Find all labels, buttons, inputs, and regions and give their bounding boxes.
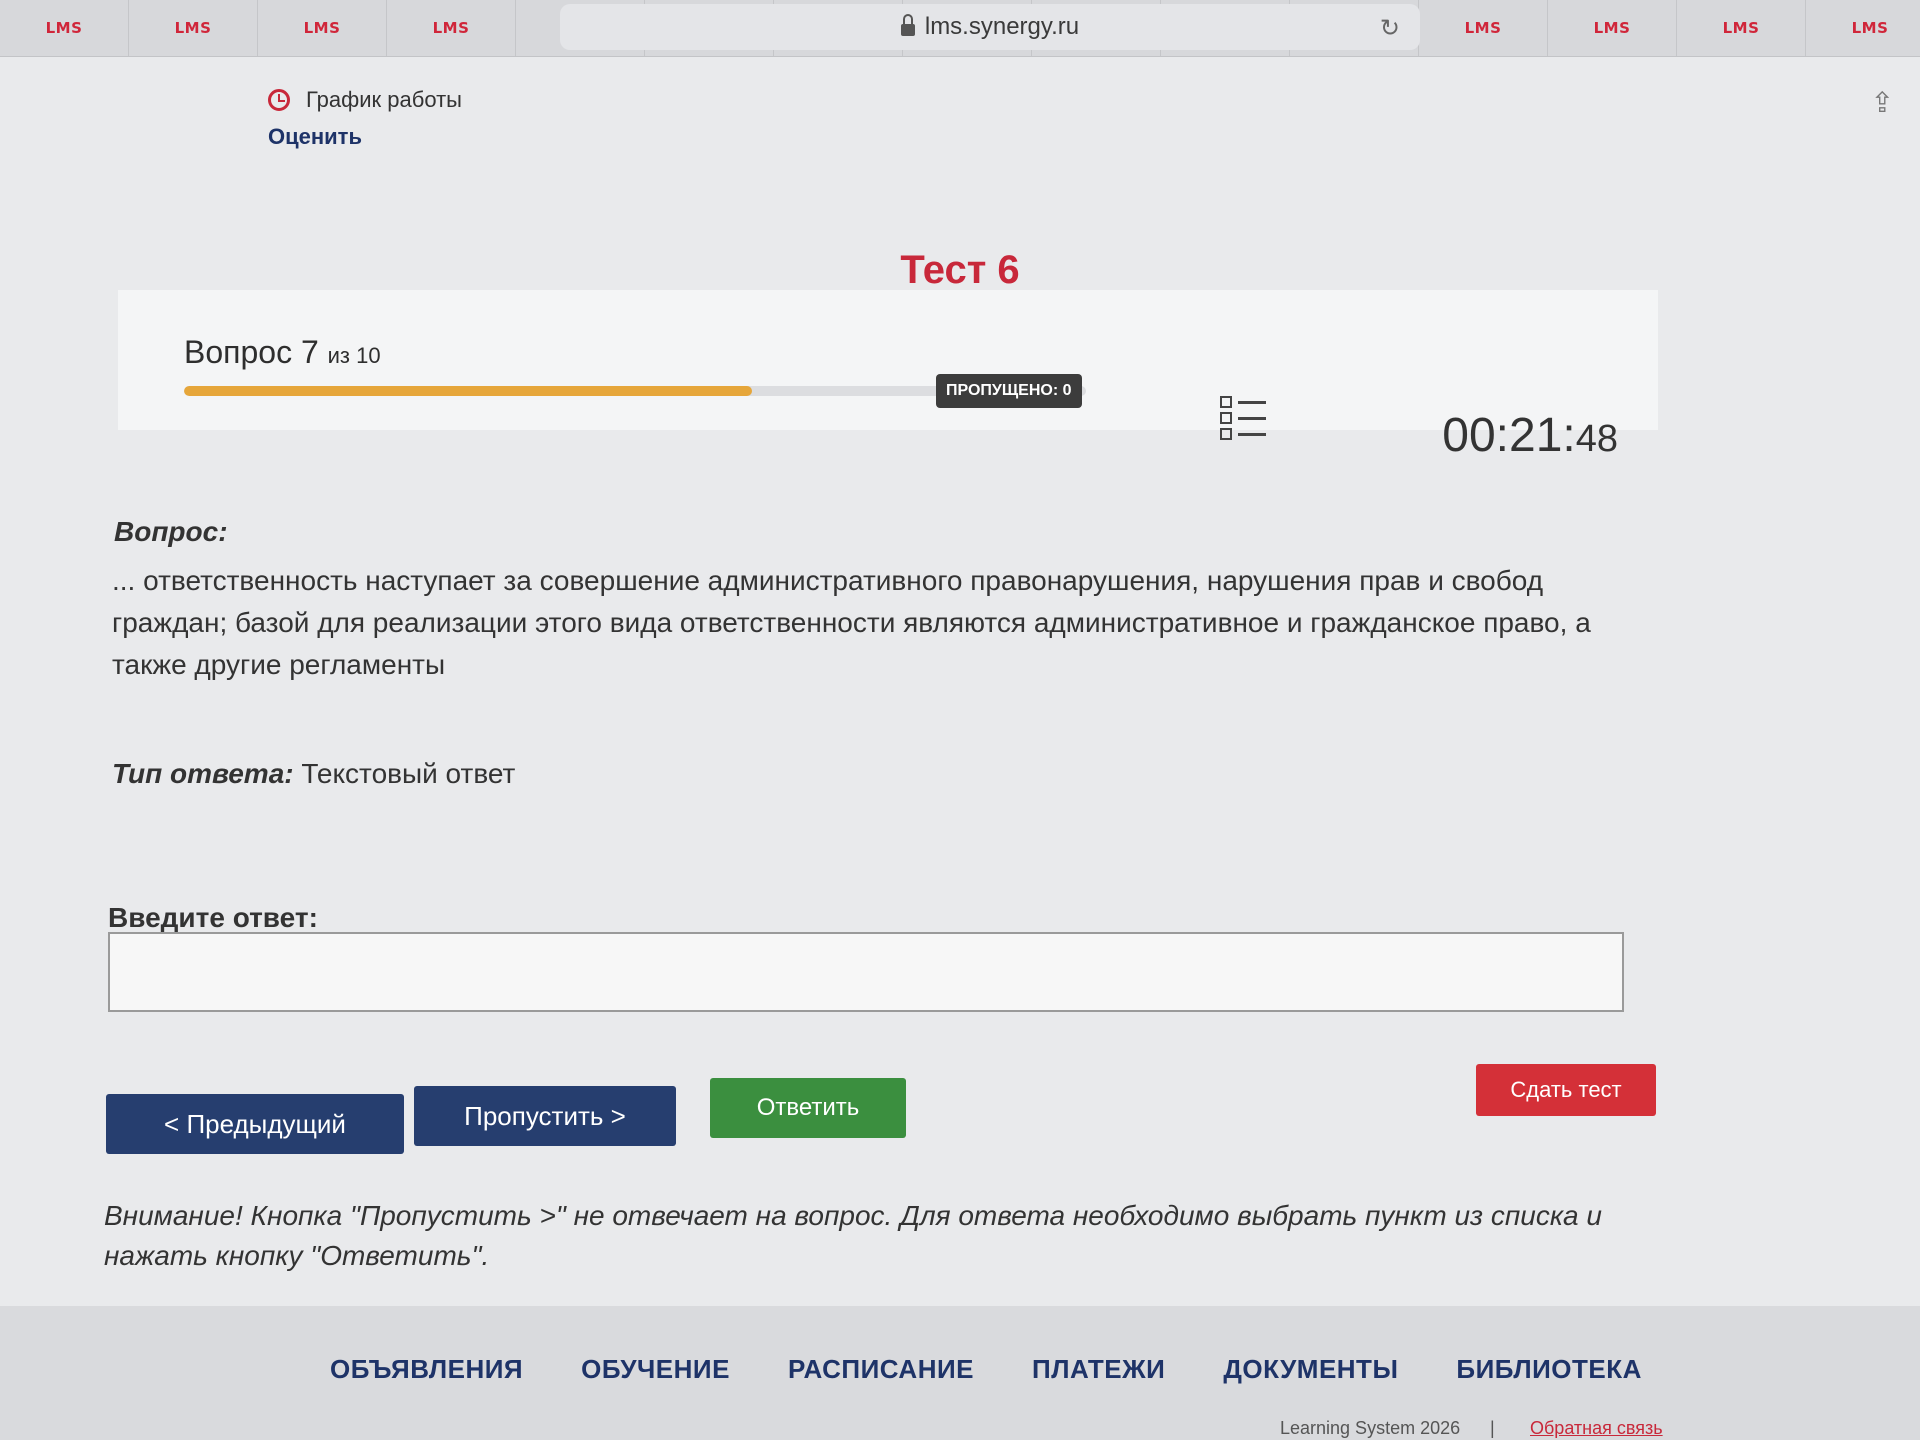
footer-copyright: Learning System 2026 (1280, 1418, 1461, 1438)
skipped-badge: ПРОПУЩЕНО: 0 (936, 374, 1082, 408)
schedule-link[interactable]: График работы (268, 82, 462, 118)
footer-separator: | (1490, 1418, 1495, 1438)
schedule-label: График работы (306, 87, 462, 112)
answer-type-label: Тип ответа: (112, 758, 294, 789)
test-title: Тест 6 (900, 248, 1020, 292)
browser-tab[interactable]: LMS (129, 0, 258, 56)
skip-button[interactable]: Пропустить > (414, 1086, 676, 1146)
answer-type-value: Текстовый ответ (301, 758, 516, 789)
footer-nav-payments[interactable]: ПЛАТЕЖИ (1032, 1354, 1165, 1385)
question-heading: Вопрос: (114, 516, 228, 547)
question-number: 7 (300, 334, 319, 370)
question-word: Вопрос (184, 334, 293, 370)
lock-icon (900, 14, 915, 36)
clock-icon (268, 89, 290, 111)
answer-button[interactable]: Ответить (710, 1078, 906, 1138)
question-text: ... ответственность наступает за соверше… (112, 565, 1591, 680)
answer-input[interactable] (108, 932, 1624, 1012)
reload-icon[interactable]: ↻ (1380, 14, 1400, 43)
footer-nav-documents[interactable]: ДОКУМЕНТЫ (1223, 1354, 1398, 1385)
progress-panel: Вопрос 7 из 10 ПРОПУЩЕНО: 0 00:21:48 (118, 290, 1658, 462)
previous-button[interactable]: < Предыдущий (106, 1094, 404, 1154)
browser-tab[interactable]: LMS (0, 0, 129, 56)
footer-nav-education[interactable]: ОБУЧЕНИЕ (581, 1354, 730, 1385)
browser-tab[interactable]: LMS (1548, 0, 1677, 56)
browser-tab[interactable]: LMS (1677, 0, 1806, 56)
submit-test-button[interactable]: Сдать тест (1476, 1064, 1656, 1116)
answer-type: Тип ответа: Текстовый ответ (112, 758, 515, 790)
browser-tab[interactable]: LMS (387, 0, 516, 56)
top-menu: График работы Оценить (268, 82, 462, 150)
answer-label: Введите ответ: (108, 902, 318, 933)
footer-nav: ОБЪЯВЛЕНИЯ ОБУЧЕНИЕ РАСПИСАНИЕ ПЛАТЕЖИ Д… (330, 1354, 1642, 1385)
timer-seconds: 48 (1575, 418, 1618, 460)
question-list-icon[interactable] (1220, 394, 1266, 442)
browser-tab[interactable]: LMS (1806, 0, 1920, 56)
warning-text: Внимание! Кнопка "Пропустить >" не отвеч… (104, 1200, 1602, 1271)
progress-fill (184, 386, 753, 396)
footer-nav-library[interactable]: БИБЛИОТЕКА (1456, 1354, 1641, 1385)
timer: 00:21:48 (1442, 408, 1618, 463)
question-total: из 10 (327, 343, 381, 368)
footer-nav-schedule[interactable]: РАСПИСАНИЕ (788, 1354, 974, 1385)
footer: ОБЪЯВЛЕНИЯ ОБУЧЕНИЕ РАСПИСАНИЕ ПЛАТЕЖИ Д… (0, 1306, 1920, 1440)
url-text: lms.synergy.ru (924, 13, 1080, 40)
browser-tab[interactable]: LMS (258, 0, 387, 56)
rate-link[interactable]: Оценить (268, 124, 462, 150)
question-counter: Вопрос 7 из 10 (184, 334, 381, 371)
footer-nav-announcements[interactable]: ОБЪЯВЛЕНИЯ (330, 1354, 523, 1385)
feedback-link[interactable]: Обратная связь (1530, 1418, 1663, 1439)
timer-main: 00:21: (1442, 409, 1576, 462)
address-bar[interactable]: lms.synergy.ru ↻ (560, 4, 1420, 50)
browser-tab[interactable]: LMS (1419, 0, 1548, 56)
share-icon[interactable]: ⇪ (1871, 86, 1894, 119)
